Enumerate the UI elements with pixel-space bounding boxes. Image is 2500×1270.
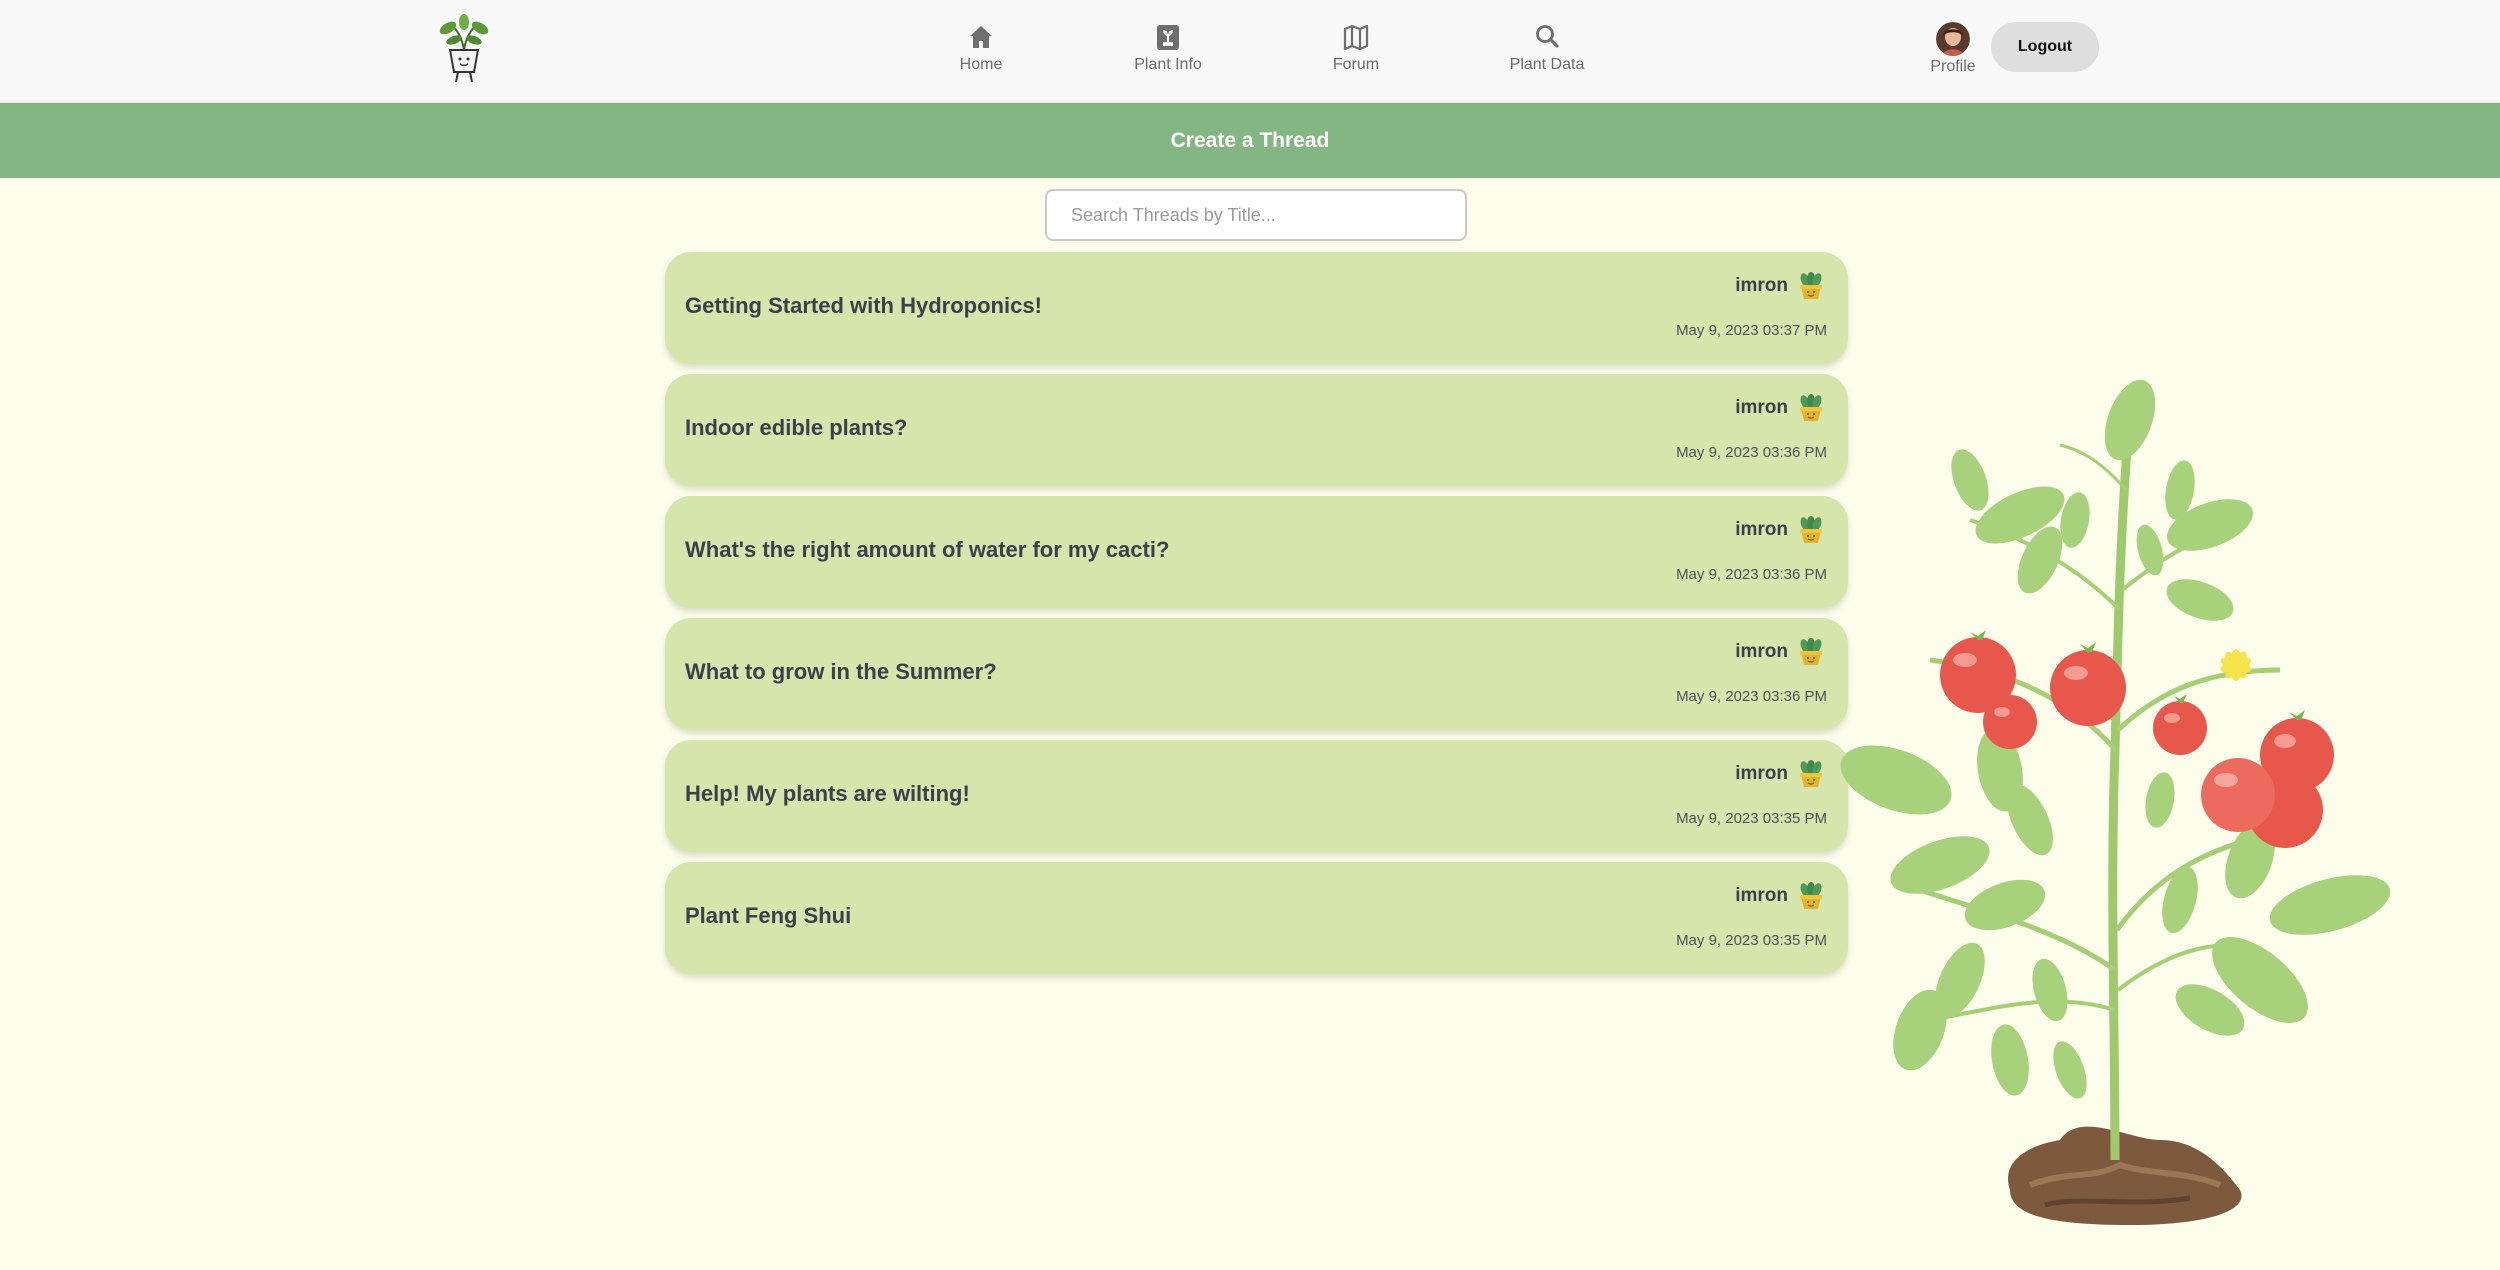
search-icon [1536, 25, 1559, 48]
thread-date: May 9, 2023 03:35 PM [1676, 810, 1827, 827]
potted-plant-icon [1800, 272, 1822, 299]
tomato-plant-illustration [1840, 379, 2391, 1225]
thread-author[interactable]: imron [1735, 885, 1788, 907]
plant-info-icon [1157, 25, 1179, 50]
thread-title: Indoor edible plants? [685, 415, 908, 440]
thread-list: Getting Started with Hydroponics! imron … [665, 252, 1848, 984]
map-icon [1343, 24, 1369, 51]
nav-plant-data-label: Plant Data [1509, 56, 1585, 73]
logout-button[interactable]: Logout [1991, 22, 2099, 72]
nav-plant-data[interactable]: Plant Data [1487, 22, 1607, 82]
thread-date: May 9, 2023 03:36 PM [1676, 688, 1827, 705]
nav-home[interactable]: Home [921, 22, 1041, 82]
thread-card[interactable]: Getting Started with Hydroponics! imron … [665, 252, 1848, 364]
thread-date: May 9, 2023 03:36 PM [1676, 566, 1827, 583]
thread-author[interactable]: imron [1735, 397, 1788, 419]
thread-date: May 9, 2023 03:35 PM [1676, 932, 1827, 949]
thread-card[interactable]: Plant Feng Shui imron May 9, 2023 03:35 … [665, 862, 1848, 974]
potted-plant-icon [1800, 394, 1822, 421]
nav-forum-label: Forum [1332, 56, 1380, 73]
thread-title: What's the right amount of water for my … [685, 537, 1170, 562]
create-thread-button[interactable]: Create a Thread [0, 103, 2500, 178]
home-icon [970, 26, 992, 48]
thread-card[interactable]: What's the right amount of water for my … [665, 496, 1848, 608]
nav-plant-info[interactable]: Plant Info [1108, 22, 1228, 82]
thread-author[interactable]: imron [1735, 519, 1788, 541]
thread-date: May 9, 2023 03:36 PM [1676, 444, 1827, 461]
thread-date: May 9, 2023 03:37 PM [1676, 322, 1827, 339]
potted-plant-icon [1800, 760, 1822, 787]
search-input[interactable] [1045, 189, 1467, 241]
nav-forum[interactable]: Forum [1296, 22, 1416, 82]
thread-title: What to grow in the Summer? [685, 659, 997, 684]
thread-author[interactable]: imron [1735, 275, 1788, 297]
thread-card[interactable]: What to grow in the Summer? imron May 9,… [665, 618, 1848, 730]
avatar [1936, 22, 1970, 56]
plant-logo-icon[interactable] [436, 14, 492, 84]
potted-plant-icon [1800, 638, 1822, 665]
potted-plant-icon [1800, 882, 1822, 909]
create-thread-label: Create a Thread [1170, 128, 1330, 152]
thread-title: Getting Started with Hydroponics! [685, 293, 1042, 318]
nav-home-label: Home [959, 56, 1003, 73]
thread-card[interactable]: Help! My plants are wilting! imron May 9… [665, 740, 1848, 852]
thread-author[interactable]: imron [1735, 763, 1788, 785]
thread-author[interactable]: imron [1735, 641, 1788, 663]
profile-label: Profile [1930, 58, 1976, 75]
potted-plant-icon [1800, 516, 1822, 543]
thread-title: Plant Feng Shui [685, 903, 852, 928]
thread-card[interactable]: Indoor edible plants? imron May 9, 2023 … [665, 374, 1848, 486]
nav-profile[interactable]: Profile [1925, 22, 1981, 86]
nav-plant-info-label: Plant Info [1134, 56, 1202, 73]
thread-title: Help! My plants are wilting! [685, 781, 970, 806]
top-navbar: Home Plant Info Forum Plant Data Profile… [0, 0, 2500, 103]
